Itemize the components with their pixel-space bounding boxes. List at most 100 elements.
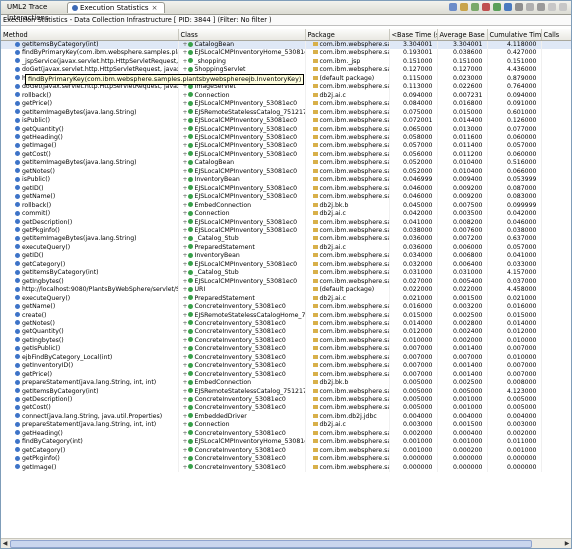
table-row[interactable]: getNotes() + EJSLocalCMPInventory_53081ec0… [1,167,571,177]
table-row[interactable]: getCost() + EJSLocalCMPInventory_53081ec0 c… [1,150,571,160]
percentage-icon[interactable] [526,3,534,11]
expand-icon[interactable]: + [183,100,188,108]
table-row[interactable]: getIsPublic() + ConcreteInventory_53081ec0… [1,345,571,354]
expand-icon[interactable]: + [183,388,188,396]
table-row[interactable]: getNotes() + ConcreteInventory_53081ec0 com… [1,319,571,329]
expand-icon[interactable]: + [183,176,188,184]
table-row[interactable]: getHeading() + EJSLocalCMPInventory_53081e… [1,133,571,143]
expand-icon[interactable]: + [183,159,188,167]
scroll-right-icon[interactable]: ▶ [563,539,571,548]
package-level-icon[interactable] [493,3,501,11]
tab-uml2-trace-interactions[interactable]: UML2 Trace Interactions [3,2,65,22]
maximize-icon[interactable] [559,3,567,11]
expand-icon[interactable]: + [183,252,188,260]
scrollbar-thumb[interactable] [10,540,532,548]
table-row[interactable]: getImage() + ConcreteInventory_53081ec0 com… [1,463,571,473]
refresh-icon[interactable] [449,3,457,11]
table-row[interactable]: executeQuery() + PreparedStatement db2j.ai.… [1,294,571,304]
open-source-icon[interactable] [471,3,479,11]
table-row[interactable]: getItemImageBytes(java.lang.String) + _Cat… [1,235,571,244]
column-header-average-base-time[interactable]: Average Base ... [437,29,488,41]
column-header-cumulative-time[interactable]: Cumulative Tim... [487,29,542,41]
horizontal-scrollbar[interactable]: ◀ ▶ [1,538,571,548]
method-level-icon[interactable] [515,3,523,11]
expand-icon[interactable]: + [183,337,188,345]
filter-icon[interactable] [460,3,468,11]
table-row[interactable]: rollback() + Connection db2j.ai.c 0.094000 0.… [1,91,571,101]
table-row[interactable]: getIngbytes() + ConcreteInventory_53081ec0… [1,336,571,346]
expand-icon[interactable]: + [183,109,188,117]
minimize-icon[interactable] [548,3,556,11]
table-row[interactable]: executeQuery() + PreparedStatement db2j.ai.… [1,243,571,253]
expand-icon[interactable]: + [183,244,188,252]
table-row[interactable]: create() + EJSRemoteStatelessCatalogHome_7… [1,311,571,320]
column-header-base-time[interactable]: <Base Time (s... [389,29,438,41]
expand-icon[interactable]: + [183,303,188,311]
table-row[interactable]: connect(java.lang.String, java.util.Prop… [1,412,571,422]
expand-icon[interactable]: + [183,345,188,353]
scroll-left-icon[interactable]: ◀ [1,539,9,548]
expand-icon[interactable]: + [183,117,188,125]
table-row[interactable]: getPrice() + EJSLocalCMPInventory_53081ec0… [1,100,571,109]
table-row[interactable]: _jspService(javax.servlet.http.HttpServl… [1,57,571,67]
expand-icon[interactable]: + [183,328,188,336]
expand-icon[interactable]: + [183,320,188,328]
table-row[interactable]: getItemImageBytes(java.lang.String) + EJSR… [1,108,571,118]
expand-icon[interactable]: + [183,354,188,362]
expand-icon[interactable]: + [183,396,188,404]
table-row[interactable]: findByCategory(int) + EJSLocalCMPInventory… [1,438,571,447]
table-row[interactable]: getDescription() + EJSLocalCMPInventory_53… [1,218,571,227]
expand-icon[interactable]: + [183,49,188,57]
expand-icon[interactable]: + [183,269,188,277]
table-row[interactable]: getImage() + EJSLocalCMPInventory_53081ec0… [1,142,571,151]
expand-icon[interactable]: + [183,455,188,463]
expand-icon[interactable]: + [183,278,188,286]
expand-icon[interactable]: + [183,430,188,438]
table-row[interactable]: getPrice() + ConcreteInventory_53081ec0 com… [1,370,571,380]
expand-icon[interactable]: + [183,413,188,421]
expand-icon[interactable]: + [183,362,188,370]
table-row[interactable]: getIngbytes() + EJSLocalCMPInventory_53081… [1,277,571,287]
table-row[interactable]: getItemsByCategory(int) + EJSRemoteStatele… [1,387,571,397]
column-header-calls[interactable]: Calls [541,29,571,41]
table-row[interactable]: rollback() + EmbedConnection db2j.bk.b 0.045… [1,201,571,211]
table-row[interactable]: getDescription() + ConcreteInventory_53081… [1,396,571,405]
close-icon[interactable]: × [152,4,158,12]
expand-icon[interactable]: + [183,261,188,269]
expand-icon[interactable]: + [183,286,188,294]
table-row[interactable]: findByPrimaryKey(com.ibm.websphere.sampl… [1,49,571,58]
expand-icon[interactable]: + [183,41,188,49]
view-menu-icon[interactable] [537,3,545,11]
table-row[interactable]: getPkginfo() + EJSLocalCMPInventory_53081e… [1,226,571,236]
table-row[interactable]: getItemsByCategory(int) + CatalogBean com.i… [1,40,571,50]
table-row[interactable]: getQuantity() + ConcreteInventory_53081ec0… [1,328,571,337]
column-header-method[interactable]: Method [1,29,179,41]
expand-icon[interactable]: + [183,219,188,227]
table-row[interactable]: http://localhost:9080/PlantsByWebSphere/… [1,286,571,295]
expand-icon[interactable]: + [183,168,188,176]
table-row[interactable]: prepareStatement(java.lang.String, int, … [1,379,571,388]
expand-icon[interactable]: + [183,421,188,429]
table-row[interactable]: isPublic() + EJSLocalCMPInventory_53081ec0… [1,117,571,126]
column-header-class[interactable]: Class [178,29,306,41]
expand-icon[interactable]: + [183,151,188,159]
expand-icon[interactable]: + [183,210,188,218]
expand-icon[interactable]: + [183,134,188,142]
table-row[interactable]: getPkginfo() + ConcreteInventory_53081ec0 c… [1,455,571,464]
expand-icon[interactable]: + [183,235,188,243]
table-row[interactable]: getID() + EJSLocalCMPInventory_53081ec0 com… [1,184,571,194]
expand-icon[interactable]: + [183,193,188,201]
expand-icon[interactable]: + [183,295,188,303]
table-row[interactable]: getCategory() + EJSLocalCMPInventory_53081… [1,260,571,270]
table-row[interactable]: getName() + ConcreteInventory_53081ec0 com.… [1,303,571,312]
column-header-package[interactable]: Package [305,29,390,41]
expand-icon[interactable]: + [183,58,188,66]
expand-icon[interactable]: + [183,312,188,320]
expand-icon[interactable]: + [183,126,188,134]
expand-icon[interactable]: + [183,227,188,235]
table-row[interactable]: getID() + InventoryBean com.ibm.websphere.s… [1,252,571,261]
expand-icon[interactable]: + [183,464,188,472]
expand-icon[interactable]: + [183,379,188,387]
expand-icon[interactable]: + [183,371,188,379]
table-row[interactable]: getItemImageBytes(java.lang.String) + Cata… [1,159,571,168]
